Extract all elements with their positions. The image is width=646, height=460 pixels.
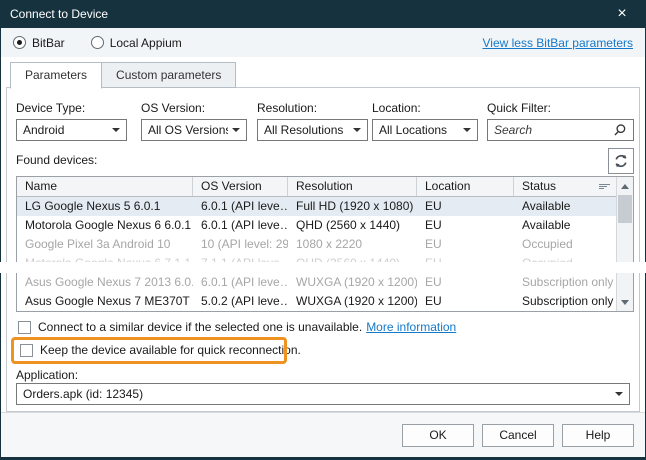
table-row[interactable]: Asus Google Nexus 7 ME370T 5.0.2 5.0.2 (… <box>17 292 633 311</box>
dialog-footer: OK Cancel Help <box>0 412 646 457</box>
resolution-filter: Resolution: All Resolutions <box>257 101 368 141</box>
keep-device-checkbox[interactable] <box>20 344 33 357</box>
sort-ascending-icon <box>599 184 610 189</box>
device-type-select[interactable]: Android <box>16 119 127 141</box>
device-table: Name OS Version Resolution Location Stat… <box>16 176 634 312</box>
column-header-location[interactable]: Location <box>417 177 514 196</box>
application-label: Application: <box>16 368 78 382</box>
similar-device-checkbox-row: Connect to a similar device if the selec… <box>18 320 456 334</box>
column-header-name[interactable]: Name <box>17 177 193 196</box>
connection-type-row: BitBar Local Appium View less BitBar par… <box>1 28 645 57</box>
tab-custom-parameters[interactable]: Custom parameters <box>101 62 236 88</box>
column-header-os-version[interactable]: OS Version <box>193 177 288 196</box>
keep-device-label: Keep the device available for quick reco… <box>40 343 301 357</box>
status-badge: Available <box>514 216 616 235</box>
table-row[interactable]: Asus Google Nexus 7 2013 6.0.1 6.0.1 (AP… <box>17 273 633 292</box>
chevron-down-icon <box>232 128 240 132</box>
status-badge: Available <box>514 197 616 216</box>
title-bar: Connect to Device × <box>0 0 646 28</box>
similar-device-checkbox[interactable] <box>18 321 31 334</box>
status-badge: Subscription only <box>514 273 616 292</box>
scroll-up-icon[interactable] <box>617 178 633 194</box>
radio-bitbar-label: BitBar <box>32 36 65 50</box>
found-devices-label: Found devices: <box>16 153 97 167</box>
table-row[interactable]: Google Pixel 3a Android 10 10 (API level… <box>17 235 633 254</box>
refresh-button[interactable] <box>608 148 634 174</box>
resolution-select[interactable]: All Resolutions <box>257 119 368 141</box>
application-select[interactable]: Orders.apk (id: 12345) <box>16 383 630 405</box>
chevron-down-icon <box>353 128 361 132</box>
radio-unselected-icon <box>91 36 104 49</box>
connect-to-device-dialog: Connect to Device × BitBar Local Appium … <box>0 0 646 460</box>
chevron-down-icon <box>463 128 471 132</box>
keep-device-checkbox-row: Keep the device available for quick reco… <box>20 343 301 357</box>
location-select[interactable]: All Locations <box>372 119 478 141</box>
os-version-select[interactable]: All OS Versions <box>141 119 247 141</box>
radio-local-appium-label: Local Appium <box>110 36 182 50</box>
radio-selected-icon <box>13 36 26 49</box>
more-information-link[interactable]: More information <box>366 320 456 334</box>
scrollbar-thumb[interactable] <box>618 195 632 223</box>
location-label: Location: <box>372 101 478 115</box>
tab-parameters[interactable]: Parameters <box>10 62 102 89</box>
chevron-down-icon <box>112 128 120 132</box>
chevron-down-icon <box>615 392 623 396</box>
column-header-status[interactable]: Status <box>514 177 616 196</box>
resolution-label: Resolution: <box>257 101 368 115</box>
view-less-bitbar-parameters-link[interactable]: View less BitBar parameters <box>482 36 633 50</box>
help-button[interactable]: Help <box>562 424 634 447</box>
table-scrollbar[interactable] <box>616 177 633 311</box>
refresh-icon <box>613 153 629 169</box>
similar-device-label: Connect to a similar device if the selec… <box>38 320 362 334</box>
table-row[interactable]: Motorola Google Nexus 6 6.0.1 6.0.1 (API… <box>17 216 633 235</box>
column-header-resolution[interactable]: Resolution <box>288 177 417 196</box>
search-input[interactable] <box>494 123 613 137</box>
screenshot-cut-band <box>0 262 646 273</box>
scroll-down-icon[interactable] <box>617 294 633 310</box>
radio-local-appium[interactable]: Local Appium <box>91 36 182 50</box>
table-row[interactable]: LG Google Nexus 5 6.0.1 6.0.1 (API leve…… <box>17 197 633 216</box>
device-type-label: Device Type: <box>16 101 127 115</box>
dialog-title: Connect to Device <box>10 7 108 21</box>
ok-button[interactable]: OK <box>402 424 474 447</box>
table-header: Name OS Version Resolution Location Stat… <box>17 177 633 197</box>
os-version-label: OS Version: <box>141 101 247 115</box>
search-icon <box>613 123 627 137</box>
cancel-button[interactable]: Cancel <box>482 424 554 447</box>
status-badge: Subscription only <box>514 292 616 311</box>
quick-filter: Quick Filter: <box>487 101 634 141</box>
close-icon[interactable]: × <box>608 0 636 28</box>
os-version-filter: OS Version: All OS Versions <box>141 101 247 141</box>
tab-strip: Parameters Custom parameters <box>10 62 235 89</box>
radio-bitbar[interactable]: BitBar <box>13 36 65 50</box>
status-badge: Occupied <box>514 235 616 254</box>
search-box <box>487 119 634 141</box>
device-type-filter: Device Type: Android <box>16 101 127 141</box>
location-filter: Location: All Locations <box>372 101 478 141</box>
quick-filter-label: Quick Filter: <box>487 101 634 115</box>
